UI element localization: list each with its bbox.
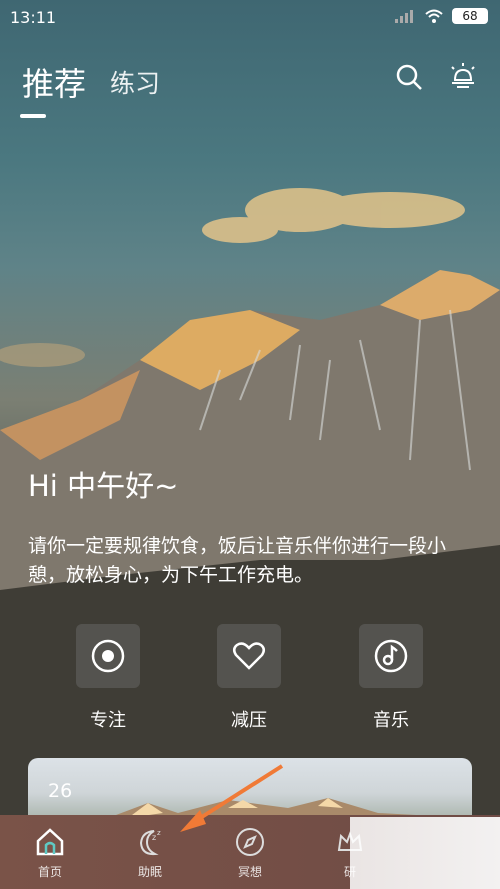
- annotation-arrow-icon: [180, 764, 284, 832]
- greeting-message: 请你一定要规律饮食，饭后让音乐伴你进行一段小憩，放松身心，为下午工作充电。: [28, 535, 447, 586]
- status-bar: 13:11 68: [0, 0, 500, 34]
- nav-meditate-label: 冥想: [237, 865, 262, 879]
- svg-text:z: z: [157, 829, 161, 837]
- search-icon: [396, 64, 422, 90]
- sleep-moon-icon: z z: [139, 829, 161, 856]
- wifi-icon: [425, 9, 443, 23]
- shortcut-row: 专注 减压 音乐: [76, 624, 426, 734]
- shortcut-focus-tile[interactable]: [76, 624, 140, 688]
- battery-indicator: 68: [452, 8, 488, 24]
- lamp-icon: [451, 63, 475, 88]
- top-tabs: 推荐 练习: [22, 64, 160, 104]
- greeting-title: Hi 中午好~: [28, 469, 179, 503]
- active-tab-indicator: [20, 114, 46, 118]
- watermark-overlay: [350, 817, 500, 889]
- shortcut-focus-label: 专注: [90, 710, 126, 731]
- shortcut-focus[interactable]: 专注: [76, 624, 140, 732]
- top-actions: [392, 60, 480, 94]
- nav-home[interactable]: 首页: [20, 825, 80, 880]
- nav-home-label: 首页: [37, 865, 62, 879]
- music-icon: [374, 639, 408, 673]
- card-number: 26: [48, 780, 73, 802]
- status-time: 13:11: [10, 8, 57, 27]
- shortcut-destress-tile[interactable]: [217, 624, 281, 688]
- home-icon: [36, 828, 64, 856]
- shortcut-music[interactable]: 音乐: [359, 624, 423, 732]
- mountain-backdrop: [0, 188, 500, 889]
- signal-icon: [395, 10, 413, 23]
- night-light-button[interactable]: [446, 60, 480, 94]
- shortcut-destress-label: 减压: [231, 710, 267, 731]
- nav-sleep-label: 助眠: [137, 865, 162, 879]
- tab-practice[interactable]: 练习: [110, 64, 160, 104]
- system-indicators: 68: [394, 8, 488, 24]
- svg-text:z: z: [152, 833, 156, 842]
- shortcut-music-label: 音乐: [373, 710, 409, 731]
- tab-recommend[interactable]: 推荐: [22, 64, 86, 104]
- shortcut-music-tile[interactable]: [359, 624, 423, 688]
- heart-icon: [233, 642, 265, 670]
- shortcut-destress[interactable]: 减压: [217, 624, 281, 732]
- focus-icon: [91, 639, 125, 673]
- search-button[interactable]: [392, 60, 426, 94]
